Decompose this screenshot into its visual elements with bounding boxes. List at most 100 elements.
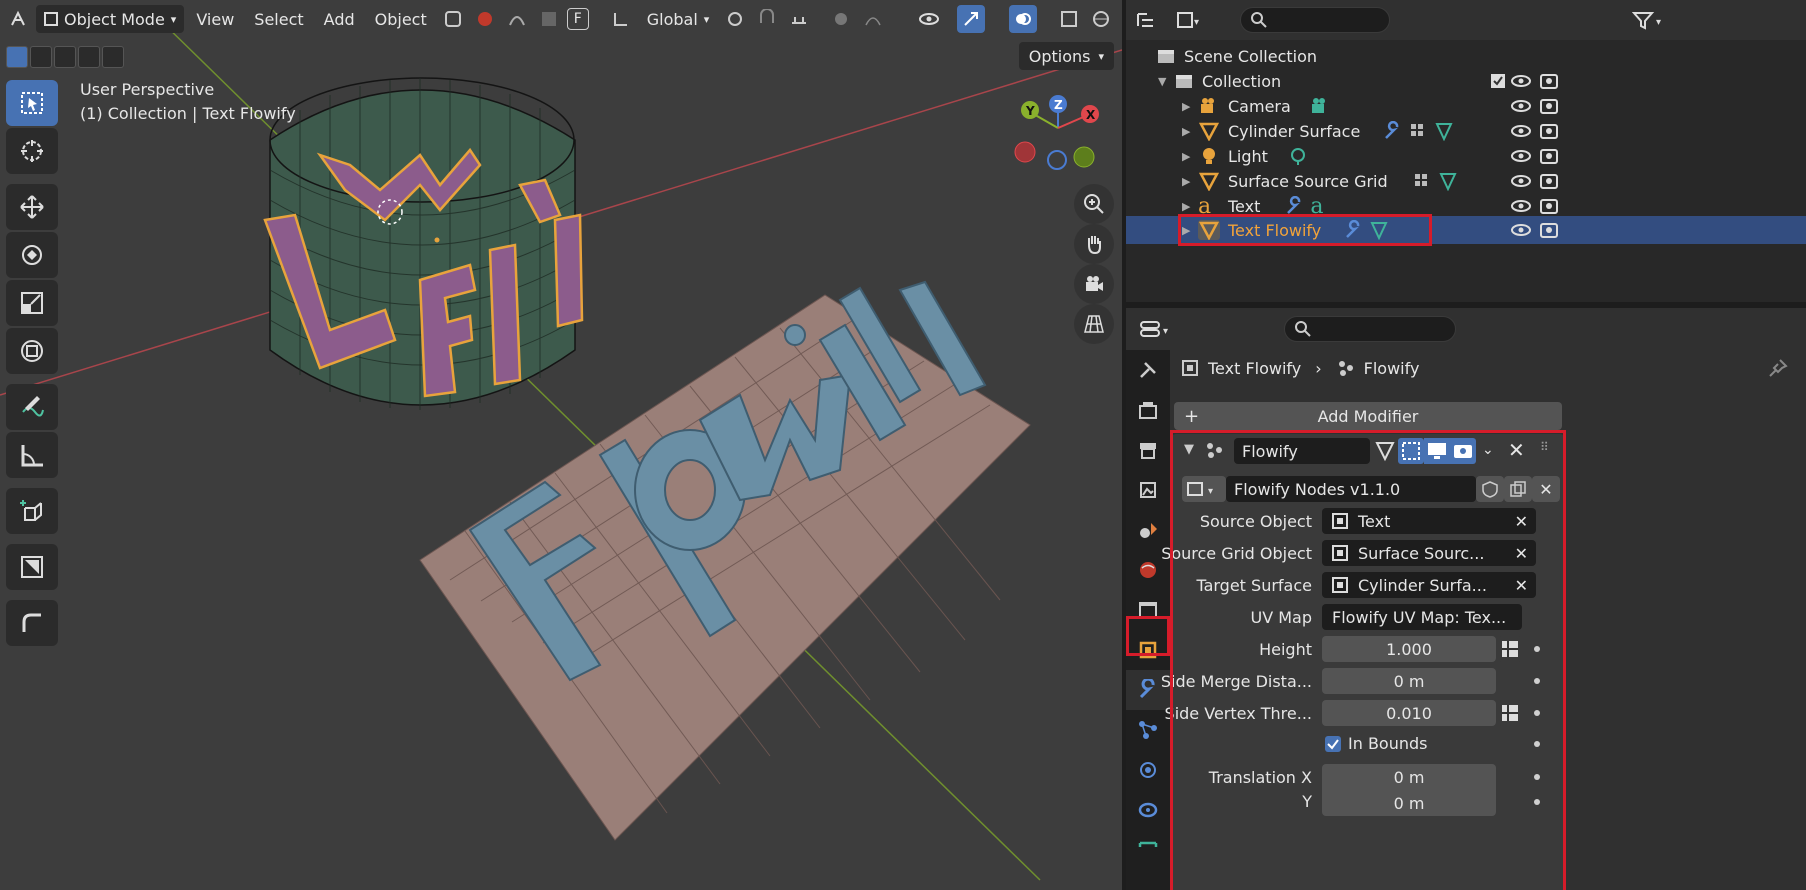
render-toggle[interactable]: [1450, 438, 1476, 464]
outliner-item-surface-source-grid[interactable]: ▶ Surface Source Grid: [1126, 167, 1806, 195]
snap-target-icon[interactable]: [785, 5, 813, 33]
expand-chevron-icon[interactable]: ▶: [1182, 200, 1198, 213]
bevel-tool[interactable]: [6, 600, 58, 646]
viewport-display-toggle[interactable]: [1424, 438, 1450, 464]
annotate-tool[interactable]: [6, 384, 58, 430]
keyframe-dot-icon[interactable]: [1534, 799, 1540, 805]
select-subtract-icon[interactable]: [54, 46, 76, 68]
select-box-tool[interactable]: [6, 80, 58, 126]
expand-chevron-icon[interactable]: ▼: [1158, 75, 1174, 88]
falloff-curve-icon[interactable]: [859, 5, 887, 33]
source-object-field[interactable]: Text ✕: [1322, 508, 1536, 534]
outliner-item-camera[interactable]: ▶ Camera: [1126, 92, 1806, 120]
expand-chevron-icon[interactable]: ▶: [1182, 125, 1198, 138]
checker-icon[interactable]: [535, 5, 563, 33]
clear-icon[interactable]: ✕: [1515, 576, 1528, 595]
measure-tool[interactable]: [6, 432, 58, 478]
visibility-eye-icon[interactable]: [1510, 219, 1532, 241]
camera-view-button[interactable]: [1074, 264, 1114, 304]
tab-output[interactable]: [1126, 430, 1170, 470]
outliner-item-text-flowify[interactable]: ▶ Text Flowify: [1126, 216, 1806, 244]
select-new-icon[interactable]: [6, 46, 28, 68]
expand-chevron-icon[interactable]: ▶: [1182, 175, 1198, 188]
scale-tool[interactable]: [6, 280, 58, 326]
material-sphere-icon[interactable]: [471, 5, 499, 33]
shading-mode-icon[interactable]: [439, 5, 467, 33]
add-cube-tool[interactable]: [6, 488, 58, 534]
translation-x-input[interactable]: 0 m: [1322, 764, 1496, 790]
render-camera-icon[interactable]: [1538, 120, 1560, 142]
tab-tool[interactable]: [1126, 350, 1170, 390]
zoom-view-button[interactable]: [1074, 184, 1114, 224]
keyframe-dot-icon[interactable]: [1534, 646, 1540, 652]
uv-map-field[interactable]: Flowify UV Map: Tex...: [1322, 604, 1522, 630]
orientation-selector[interactable]: Global ▾: [639, 5, 718, 33]
rotate-tool[interactable]: [6, 232, 58, 278]
outliner-search-input[interactable]: [1240, 7, 1390, 33]
render-camera-icon[interactable]: [1538, 95, 1560, 117]
perspective-toggle-button[interactable]: [1074, 304, 1114, 344]
render-camera-icon[interactable]: [1538, 145, 1560, 167]
extrude-tool[interactable]: [6, 544, 58, 590]
render-camera-icon[interactable]: [1538, 170, 1560, 192]
tab-render[interactable]: [1126, 390, 1170, 430]
cursor-tool[interactable]: [6, 128, 58, 174]
f-key-icon[interactable]: F: [566, 8, 589, 30]
outliner-item-cylinder-surface[interactable]: ▶ Cylinder Surface: [1126, 117, 1806, 145]
wrench-icon[interactable]: [1343, 220, 1363, 240]
wrench-icon[interactable]: [1382, 121, 1402, 141]
outliner-scene-collection[interactable]: Scene Collection: [1126, 42, 1806, 70]
attribute-toggle-button[interactable]: [1498, 700, 1522, 726]
visibility-eye-icon[interactable]: [1510, 145, 1532, 167]
camera-data-icon[interactable]: [1309, 96, 1331, 116]
outliner-item-light[interactable]: ▶ Light: [1126, 142, 1806, 170]
fake-user-button[interactable]: [1476, 476, 1504, 502]
wireframe-shading-icon[interactable]: [1087, 5, 1115, 33]
target-surface-field[interactable]: Cylinder Surfa... ✕: [1322, 572, 1536, 598]
filter-icon[interactable]: ▾: [1628, 6, 1670, 34]
close-icon[interactable]: ✕: [1508, 438, 1525, 462]
tab-view-layer[interactable]: [1126, 470, 1170, 510]
visibility-eye-icon[interactable]: [1510, 170, 1532, 192]
menu-object[interactable]: Object: [367, 5, 435, 33]
outliner-editor-icon[interactable]: [1132, 6, 1160, 34]
node-group-browse-button[interactable]: ▾: [1182, 476, 1226, 502]
drag-handle-icon[interactable]: ⠿: [1540, 440, 1549, 454]
overlay-toggle-icon[interactable]: [1009, 5, 1038, 33]
outliner-collection[interactable]: ▼ Collection: [1126, 67, 1806, 95]
render-camera-icon[interactable]: [1538, 70, 1560, 92]
edit-mode-toggle-icon[interactable]: [1374, 440, 1396, 462]
vertex-groups-icon[interactable]: [1408, 121, 1428, 141]
collapse-chevron-icon[interactable]: ▼: [1184, 442, 1194, 457]
proportional-edit-icon[interactable]: [827, 5, 855, 33]
properties-search-input[interactable]: [1284, 316, 1456, 342]
node-group-name-field[interactable]: Flowify Nodes v1.1.0: [1226, 476, 1476, 502]
menu-add[interactable]: Add: [316, 5, 363, 33]
pivot-point-icon[interactable]: [721, 5, 749, 33]
cage-toggle-button[interactable]: [1398, 438, 1424, 464]
keyframe-dot-icon[interactable]: [1534, 774, 1540, 780]
menu-view[interactable]: View: [188, 5, 242, 33]
translation-y-input[interactable]: 0 m: [1322, 790, 1496, 816]
xray-toggle-icon[interactable]: [1055, 5, 1083, 33]
transform-tool[interactable]: [6, 328, 58, 374]
visibility-eye-icon[interactable]: [1510, 70, 1532, 92]
keyframe-dot-icon[interactable]: [1534, 678, 1540, 684]
visibility-eye-icon[interactable]: [1510, 95, 1532, 117]
select-extend-icon[interactable]: [30, 46, 52, 68]
mesh-data-icon[interactable]: [1369, 220, 1389, 240]
tab-data[interactable]: [1126, 830, 1170, 870]
move-tool[interactable]: [6, 184, 58, 230]
mode-selector[interactable]: Object Mode ▾: [36, 5, 185, 33]
clear-icon[interactable]: ✕: [1515, 512, 1528, 531]
side-merge-distance-input[interactable]: 0 m: [1322, 668, 1496, 694]
duplicate-button[interactable]: [1504, 476, 1532, 502]
height-input[interactable]: 1.000: [1322, 636, 1496, 662]
text-data-icon[interactable]: a: [1310, 194, 1323, 219]
vertex-groups-icon[interactable]: [1412, 171, 1432, 191]
select-difference-icon[interactable]: [78, 46, 100, 68]
select-intersect-icon[interactable]: [102, 46, 124, 68]
display-mode-icon[interactable]: ▾: [1168, 6, 1208, 34]
expand-chevron-icon[interactable]: ▶: [1182, 224, 1198, 237]
keyframe-dot-icon[interactable]: [1534, 741, 1540, 747]
